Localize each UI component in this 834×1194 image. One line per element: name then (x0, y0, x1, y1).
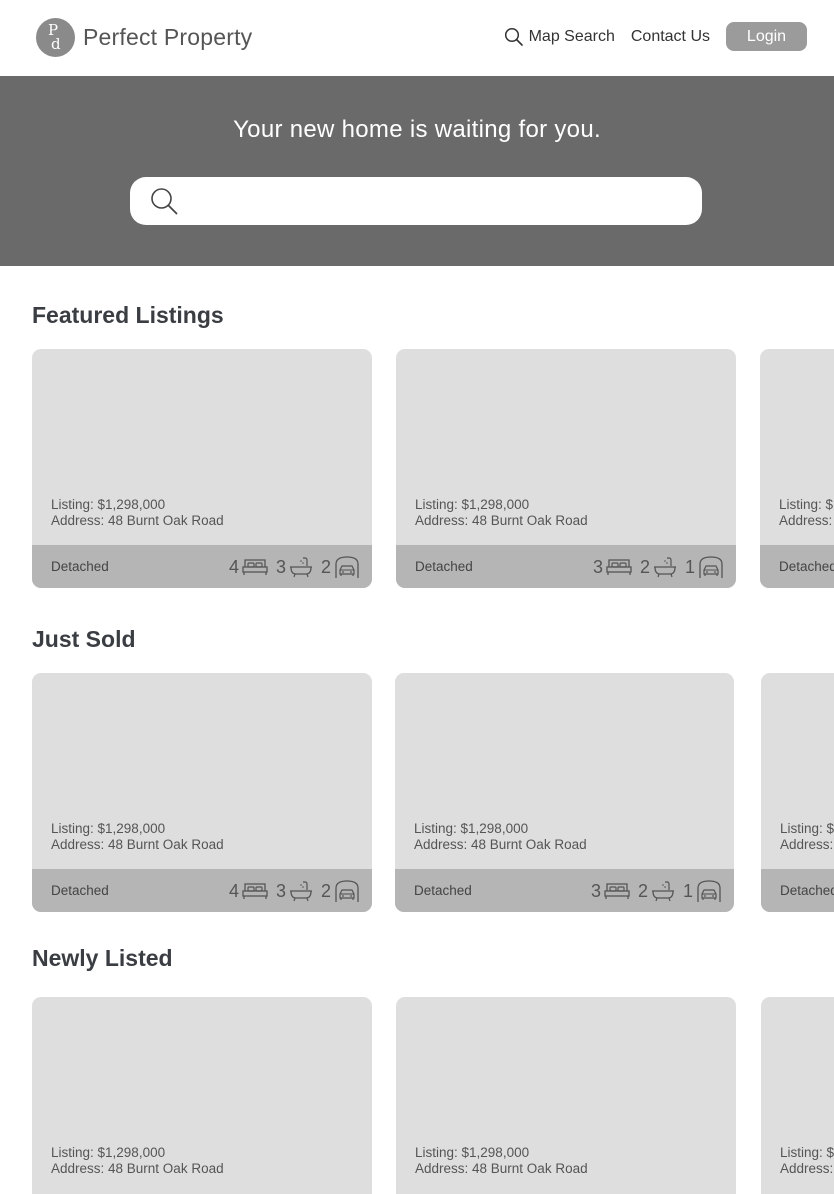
card-info: Listing: $1,298,000 Address: 48 Burnt Oa… (780, 1145, 834, 1177)
property-type: Detached (779, 559, 834, 574)
feature-list: 3 2 1 (593, 555, 724, 579)
listing-card[interactable]: Listing: $1,298,000 Address: 48 Burnt Oa… (395, 673, 734, 912)
search-icon (504, 27, 523, 46)
garage-count: 1 (682, 880, 693, 901)
listing-card[interactable]: Listing: $1,298,000 Address: 48 Burnt Oa… (761, 997, 834, 1194)
search-input[interactable] (188, 181, 686, 221)
section-title-featured: Featured Listings (32, 302, 224, 328)
garage-icon (697, 880, 721, 902)
card-footer: Detached 4 3 2 (32, 545, 372, 588)
listing-card[interactable]: Listing: $1,298,000 Address: 48 Burnt Oa… (760, 349, 834, 588)
listing-address: Address: 48 Burnt Oak Road (780, 837, 834, 852)
feature-list: 3 2 1 (591, 879, 722, 903)
listing-address: Address: 48 Burnt Oak Road (415, 1161, 588, 1176)
bed-count: 3 (590, 880, 601, 901)
property-type: Detached (51, 559, 109, 574)
bed-icon (606, 559, 632, 575)
listing-price: Listing: $1,298,000 (414, 821, 529, 836)
card-info: Listing: $1,298,000 Address: 48 Burnt Oa… (415, 497, 588, 529)
map-search-label: Map Search (528, 27, 615, 45)
card-info: Listing: $1,298,000 Address: 48 Burnt Oa… (779, 497, 834, 529)
card-info: Listing: $1,298,000 Address: 48 Burnt Oa… (51, 1145, 224, 1177)
contact-us-link[interactable]: Contact Us (631, 28, 710, 46)
card-footer: Detached (760, 545, 834, 588)
bathtub-icon (653, 557, 676, 578)
listing-price: Listing: $1,298,000 (780, 821, 834, 836)
bathtub-icon (651, 881, 674, 902)
listing-address: Address: 48 Burnt Oak Road (779, 513, 834, 528)
card-footer: Detached 3 2 1 (395, 869, 734, 912)
logo-mark: P d (36, 18, 75, 57)
card-info: Listing: $1,298,000 Address: 48 Burnt Oa… (51, 497, 224, 529)
listing-price: Listing: $1,298,000 (51, 497, 166, 512)
garage-icon (335, 556, 359, 578)
garage-icon (335, 880, 359, 902)
listing-address: Address: 48 Burnt Oak Road (51, 837, 224, 852)
section-title-newly-listed: Newly Listed (32, 945, 173, 971)
bed-count: 3 (592, 556, 603, 577)
listing-address: Address: 48 Burnt Oak Road (780, 1161, 834, 1176)
card-info: Listing: $1,298,000 Address: 48 Burnt Oa… (415, 1145, 588, 1177)
listing-address: Address: 48 Burnt Oak Road (51, 513, 224, 528)
listing-price: Listing: $1,298,000 (51, 1145, 166, 1160)
property-type: Detached (51, 883, 109, 898)
card-footer: Detached 4 3 2 (32, 869, 372, 912)
listing-card[interactable]: Listing: $1,298,000 Address: 48 Burnt Oa… (32, 673, 372, 912)
card-info: Listing: $1,298,000 Address: 48 Burnt Oa… (414, 821, 587, 853)
bathtub-icon (289, 557, 312, 578)
listing-address: Address: 48 Burnt Oak Road (414, 837, 587, 852)
property-type: Detached (780, 883, 834, 898)
listing-price: Listing: $1,298,000 (779, 497, 834, 512)
feature-list: 4 3 2 (229, 555, 360, 579)
feature-list: 4 3 2 (229, 879, 360, 903)
listing-card[interactable]: Listing: $1,298,000 Address: 48 Burnt Oa… (32, 349, 372, 588)
logo-text: Perfect Property (83, 24, 253, 50)
card-footer: Detached 3 2 1 (396, 545, 736, 588)
login-button[interactable]: Login (726, 22, 807, 51)
search-icon (151, 188, 178, 215)
garage-count: 1 (684, 556, 695, 577)
listing-price: Listing: $1,298,000 (415, 1145, 530, 1160)
card-info: Listing: $1,298,000 Address: 48 Burnt Oa… (51, 821, 224, 853)
listing-card[interactable]: Listing: $1,298,000 Address: 48 Burnt Oa… (761, 673, 834, 912)
map-search-link[interactable]: Map Search (504, 27, 615, 46)
site-header: P d Perfect Property Map Search Contact … (0, 0, 834, 76)
bath-count: 2 (639, 556, 650, 577)
listing-address: Address: 48 Burnt Oak Road (415, 513, 588, 528)
card-footer: Detached (761, 869, 834, 912)
listing-card[interactable]: Listing: $1,298,000 Address: 48 Burnt Oa… (396, 997, 736, 1194)
bed-count: 4 (228, 556, 239, 577)
garage-count: 2 (320, 880, 331, 901)
card-info: Listing: $1,298,000 Address: 48 Burnt Oa… (780, 821, 834, 853)
listing-card[interactable]: Listing: $1,298,000 Address: 48 Burnt Oa… (32, 997, 372, 1194)
hero-banner: Your new home is waiting for you. (0, 76, 834, 266)
section-title-just-sold: Just Sold (32, 626, 136, 652)
bath-count: 2 (637, 880, 648, 901)
bed-icon (604, 883, 630, 899)
search-bar[interactable] (130, 177, 702, 225)
listing-price: Listing: $1,298,000 (780, 1145, 834, 1160)
logo-letter-bottom: d (51, 35, 61, 53)
garage-count: 2 (320, 556, 331, 577)
bed-count: 4 (228, 880, 239, 901)
listing-price: Listing: $1,298,000 (51, 821, 166, 836)
bed-icon (242, 559, 268, 575)
bath-count: 3 (275, 556, 286, 577)
listing-price: Listing: $1,298,000 (415, 497, 530, 512)
garage-icon (699, 556, 723, 578)
bed-icon (242, 883, 268, 899)
listing-address: Address: 48 Burnt Oak Road (51, 1161, 224, 1176)
property-type: Detached (415, 559, 473, 574)
hero-title: Your new home is waiting for you. (233, 116, 601, 143)
bath-count: 3 (275, 880, 286, 901)
logo[interactable]: P d Perfect Property (36, 18, 252, 57)
property-type: Detached (414, 883, 472, 898)
listing-card[interactable]: Listing: $1,298,000 Address: 48 Burnt Oa… (396, 349, 736, 588)
main-nav: Map Search Contact Us Login (504, 22, 807, 51)
bathtub-icon (289, 881, 312, 902)
